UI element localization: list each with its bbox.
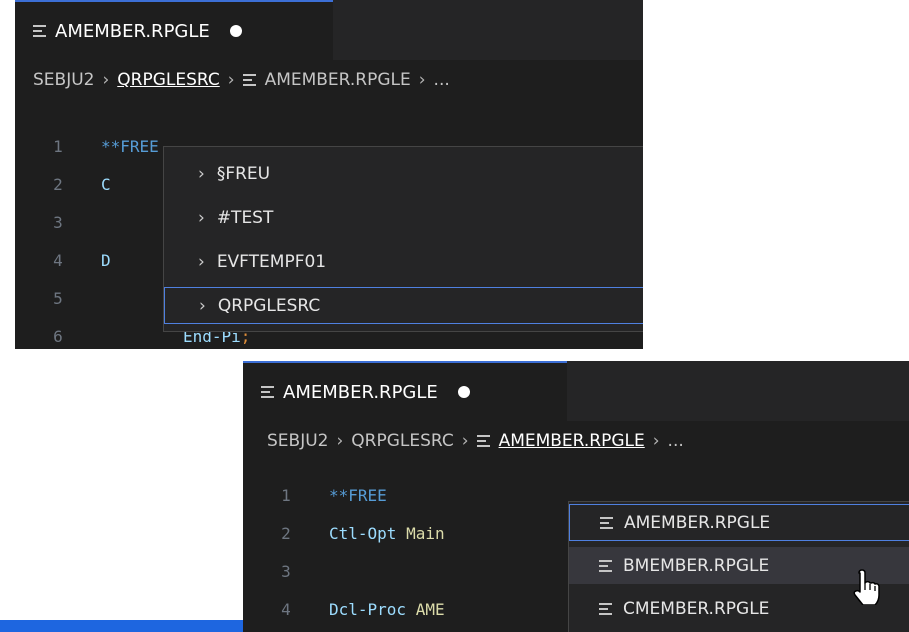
folder-item-label: QRPGLESRC	[217, 295, 321, 316]
code-line[interactable]: 2 Ctl-Opt Main	[243, 519, 445, 548]
member-item-label: CMEMBER.RPGLE	[623, 598, 770, 619]
line-number: 5	[53, 289, 63, 308]
folder-item[interactable]: › §FREU	[164, 155, 643, 192]
folder-item[interactable]: › EVFTEMPF01	[164, 243, 643, 280]
line-number: 4	[281, 600, 291, 619]
chevron-right-icon: ›	[418, 70, 426, 90]
code-line[interactable]: 1 **FREE	[15, 132, 159, 161]
breadcrumb-item-library[interactable]: SEBJU2	[33, 70, 94, 90]
member-item-selected[interactable]: AMEMBER.RPGLE	[569, 504, 909, 541]
chevron-right-icon: ›	[199, 295, 206, 316]
file-lines-icon	[33, 25, 47, 37]
member-item-label: AMEMBER.RPGLE	[624, 512, 771, 533]
file-lines-icon	[600, 516, 614, 529]
tab-bar: AMEMBER.RPGLE	[243, 361, 909, 421]
code-line[interactable]: 3	[243, 557, 329, 586]
folder-item-label: §FREU	[216, 163, 271, 184]
line-number: 4	[53, 251, 63, 270]
code-text: **FREE	[101, 137, 159, 156]
tab-title: AMEMBER.RPGLE	[283, 381, 438, 403]
code-keyword: **FREE	[329, 486, 387, 505]
editor-screenshot-folder-picker: AMEMBER.RPGLE SEBJU2 › QRPGLESRC › AMEMB…	[15, 0, 643, 349]
code-line[interactable]: 2 C	[15, 170, 111, 199]
breadcrumb-more[interactable]: ...	[434, 70, 450, 90]
line-number: 2	[281, 524, 291, 543]
chevron-right-icon: ›	[198, 251, 205, 272]
file-lines-icon	[599, 602, 613, 615]
code-keyword: Dcl-Proc	[329, 600, 407, 619]
code-line[interactable]: 1 **FREE	[243, 481, 387, 510]
unsaved-dot-icon[interactable]	[457, 386, 470, 398]
line-number: 6	[53, 327, 63, 346]
breadcrumb: SEBJU2 › QRPGLESRC › AMEMBER.RPGLE › ...	[267, 421, 684, 461]
file-lines-icon	[242, 74, 257, 86]
breadcrumb: SEBJU2 › QRPGLESRC › AMEMBER.RPGLE › ...	[33, 60, 450, 100]
line-number: 1	[53, 137, 63, 156]
code-text: D	[101, 251, 111, 270]
breadcrumb-more[interactable]: ...	[668, 431, 684, 451]
breadcrumb-item-member[interactable]: AMEMBER.RPGLE	[476, 431, 645, 451]
breadcrumb-item-sourcefile[interactable]: QRPGLESRC	[117, 70, 219, 90]
file-lines-icon	[261, 386, 275, 398]
breadcrumb-item-library[interactable]: SEBJU2	[267, 431, 328, 451]
breadcrumb-item-member[interactable]: AMEMBER.RPGLE	[242, 70, 411, 90]
chevron-right-icon: ›	[652, 431, 660, 451]
editor-screenshot-member-picker: AMEMBER.RPGLE SEBJU2 › QRPGLESRC › AMEMB…	[243, 361, 909, 632]
code-line[interactable]: 3	[15, 208, 101, 237]
chevron-right-icon: ›	[198, 163, 205, 184]
breadcrumb-member-label: AMEMBER.RPGLE	[498, 431, 645, 451]
breadcrumb-item-sourcefile[interactable]: QRPGLESRC	[351, 431, 453, 451]
file-lines-icon	[599, 559, 613, 572]
folder-item[interactable]: › #TEST	[164, 199, 643, 236]
chevron-right-icon: ›	[336, 431, 344, 451]
member-item-label: BMEMBER.RPGLE	[623, 555, 770, 576]
file-lines-icon	[476, 435, 491, 447]
breadcrumb-member-label: AMEMBER.RPGLE	[264, 70, 411, 90]
tab-bar: AMEMBER.RPGLE	[15, 0, 643, 60]
line-number: 3	[281, 562, 291, 581]
status-bar-fragment	[0, 620, 243, 632]
unsaved-dot-icon[interactable]	[229, 25, 242, 37]
code-text: AME	[406, 600, 445, 619]
line-number: 2	[53, 175, 63, 194]
chevron-right-icon: ›	[102, 70, 110, 90]
folder-item-label: #TEST	[216, 207, 274, 228]
chevron-right-icon: ›	[198, 207, 205, 228]
hand-cursor-icon	[853, 569, 880, 605]
code-line[interactable]: 5	[15, 284, 101, 313]
editor-tab-amember[interactable]: AMEMBER.RPGLE	[15, 0, 333, 60]
code-keyword: Ctl-Opt	[329, 524, 397, 543]
chevron-right-icon: ›	[227, 70, 235, 90]
tab-title: AMEMBER.RPGLE	[55, 20, 210, 42]
member-picker-dropdown: AMEMBER.RPGLE BMEMBER.RPGLE CMEMBER.RPGL…	[568, 501, 909, 632]
code-line[interactable]: 4 D	[15, 246, 111, 275]
code-text: C	[101, 175, 111, 194]
folder-item-selected[interactable]: › QRPGLESRC	[164, 287, 643, 324]
line-number: 3	[53, 213, 63, 232]
code-line[interactable]: 4 Dcl-Proc AME	[243, 595, 445, 624]
folder-picker-dropdown: › §FREU › #TEST › EVFTEMPF01 › QRPGLESRC	[163, 146, 643, 332]
line-number: 1	[281, 486, 291, 505]
chevron-right-icon: ›	[461, 431, 469, 451]
editor-tab-amember[interactable]: AMEMBER.RPGLE	[243, 361, 567, 421]
code-text: Main	[396, 524, 445, 543]
folder-item-label: EVFTEMPF01	[216, 251, 327, 272]
